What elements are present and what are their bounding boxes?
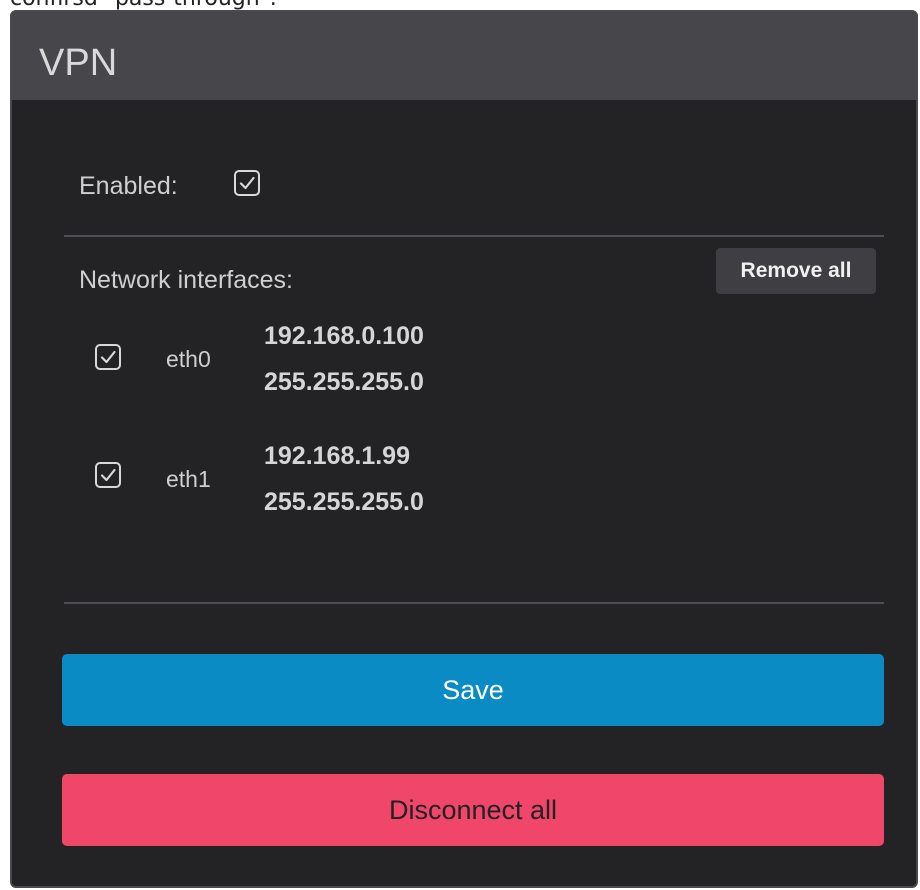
interface-name: eth0 xyxy=(166,346,211,372)
vpn-panel: VPN Enabled: Network interfaces: Remove … xyxy=(10,10,918,888)
interface-mask: 255.255.255.0 xyxy=(264,368,424,396)
enabled-label: Enabled: xyxy=(79,172,178,200)
interface-name: eth1 xyxy=(166,466,211,492)
interface-ip: 192.168.1.99 xyxy=(264,442,410,470)
divider xyxy=(64,235,884,237)
checkbox-checked-icon xyxy=(239,176,255,190)
divider xyxy=(64,602,884,604)
eth1-checkbox[interactable] xyxy=(95,462,121,488)
interface-ip: 192.168.0.100 xyxy=(264,322,424,350)
save-button[interactable]: Save xyxy=(62,654,884,726)
panel-header: VPN xyxy=(12,12,916,100)
disconnect-all-button[interactable]: Disconnect all xyxy=(62,774,884,846)
remove-all-button[interactable]: Remove all xyxy=(716,248,876,294)
panel-title: VPN xyxy=(39,42,118,84)
eth0-checkbox[interactable] xyxy=(95,344,121,370)
interface-mask: 255.255.255.0 xyxy=(264,488,424,516)
checkbox-checked-icon xyxy=(100,350,116,364)
network-interfaces-label: Network interfaces: xyxy=(79,266,293,294)
enabled-checkbox[interactable] xyxy=(234,170,260,196)
checkbox-checked-icon xyxy=(100,468,116,482)
